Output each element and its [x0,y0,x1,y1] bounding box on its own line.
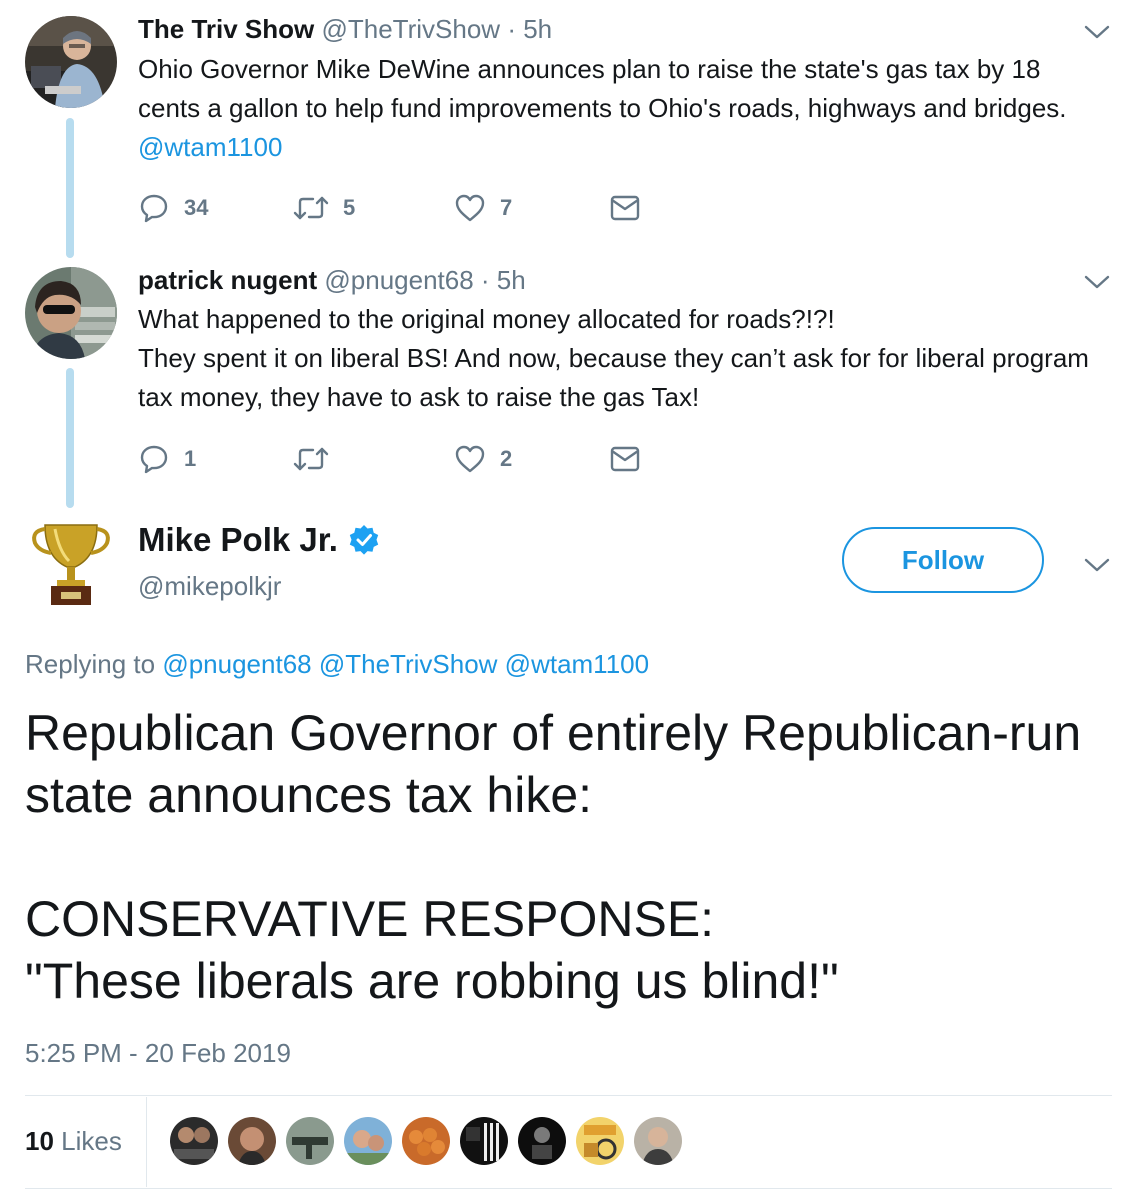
author-name[interactable]: Mike Polk Jr. [138,520,338,560]
tweet-body: Ohio Governor Mike DeWine announces plan… [138,54,1067,123]
liker-avatar[interactable] [402,1117,450,1165]
tweet-text: What happened to the original money allo… [138,300,1108,417]
liker-avatar[interactable] [344,1117,392,1165]
retweet-icon [293,196,329,220]
author-handle[interactable]: @pnugent68 [324,265,473,295]
author-handle[interactable]: @TheTrivShow [321,14,500,44]
reply-mention-link[interactable]: @TheTrivShow [319,649,498,679]
tweet-text: Ohio Governor Mike DeWine announces plan… [138,50,1108,167]
avatar[interactable] [25,267,117,359]
direct-message-icon [610,446,640,472]
tweet-line: They spent it on liberal BS! And now, be… [138,343,1089,412]
liker-avatar[interactable] [228,1117,276,1165]
direct-message-button[interactable] [609,439,641,479]
tweet-paragraph: "These liberals are robbing us blind!" [25,953,839,1009]
liker-avatar[interactable] [170,1117,218,1165]
reply-button[interactable]: 1 [138,439,196,479]
main-tweet-text: Republican Governor of entirely Republic… [25,702,1110,1012]
tweet-blank-line [25,826,1110,888]
chevron-down-icon[interactable] [1084,274,1110,290]
liker-avatar[interactable] [634,1117,682,1165]
like-count: 2 [500,446,513,471]
tweet-header: patrick nugent @pnugent68 · 5h [138,264,526,296]
liker-avatar[interactable] [576,1117,624,1165]
reply-button[interactable]: 34 [138,188,208,228]
tweet-header: The Triv Show @TheTrivShow · 5h [138,13,552,45]
like-icon [455,194,485,222]
direct-message-icon [610,195,640,221]
chevron-down-icon[interactable] [1084,557,1110,573]
like-icon [455,445,485,473]
liker-avatar[interactable] [460,1117,508,1165]
reply-count: 34 [184,195,209,220]
avatar[interactable] [25,16,117,108]
tweet-paragraph: CONSERVATIVE RESPONSE: [25,891,715,947]
direct-message-button[interactable] [609,188,641,228]
tweet-line: What happened to the original money allo… [138,304,835,334]
like-button[interactable]: 2 [454,439,512,479]
verified-badge-icon [349,525,379,555]
reply-mention-link[interactable]: @wtam1100 [505,649,649,679]
tweet-time[interactable]: · 5h [481,265,526,295]
like-count: 7 [500,195,513,220]
tweet-timestamp[interactable]: 5:25 PM - 20 Feb 2019 [25,1036,291,1070]
liker-avatar[interactable] [518,1117,566,1165]
author-name-row: Mike Polk Jr. [138,520,380,560]
likes-label: Likes [61,1126,122,1156]
reply-mention-link[interactable]: @pnugent68 [162,649,311,679]
tweet-actions: 1 2 [138,439,698,479]
retweet-count: 5 [343,195,356,220]
follow-button[interactable]: Follow [842,527,1044,593]
retweet-icon [293,447,329,471]
retweet-button[interactable] [293,439,329,479]
tweet-actions: 34 5 7 [138,188,698,228]
reply-icon [140,445,168,474]
divider [25,1095,1112,1096]
liker-avatar[interactable] [286,1117,334,1165]
tweet-time[interactable]: · 5h [507,14,552,44]
divider [25,1188,1112,1189]
thread-connector [66,118,74,258]
author-name[interactable]: The Triv Show [138,14,314,44]
stat-divider [146,1097,147,1187]
mention-link[interactable]: @wtam1100 [138,132,282,162]
retweet-button[interactable]: 5 [293,188,355,228]
reply-count: 1 [184,446,197,471]
replying-prefix: Replying to [25,649,156,679]
likes-stat[interactable]: 10 Likes [25,1124,122,1158]
tweet-paragraph: Republican Governor of entirely Republic… [25,705,1082,823]
likes-count: 10 [25,1126,54,1156]
author-handle[interactable]: @mikepolkjr [138,570,281,602]
chevron-down-icon[interactable] [1084,24,1110,40]
like-button[interactable]: 7 [454,188,512,228]
thread-connector [66,368,74,508]
author-name[interactable]: patrick nugent [138,265,317,295]
reply-icon [140,194,168,223]
replying-to: Replying to @pnugent68 @TheTrivShow @wta… [25,647,649,681]
trophy-avatar-icon[interactable] [25,517,117,609]
